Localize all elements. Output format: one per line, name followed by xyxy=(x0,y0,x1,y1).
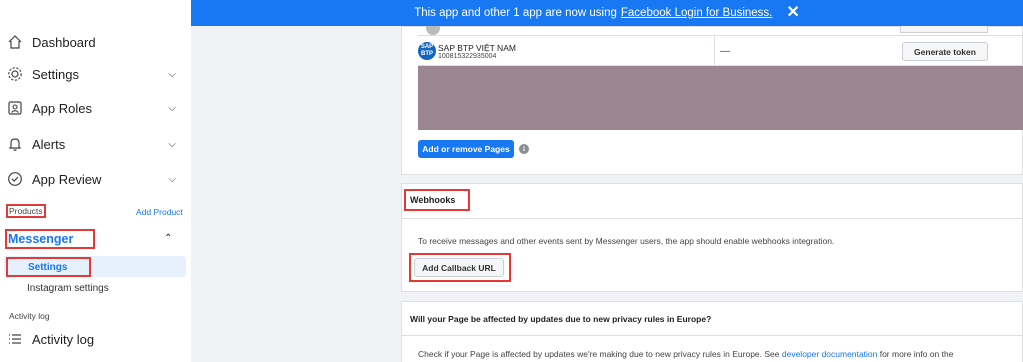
info-icon[interactable]: i xyxy=(519,144,529,154)
privacy-card: Will your Page be affected by updates du… xyxy=(401,301,1023,362)
access-tokens-card: SAP BTP SAP BTP VIỆT NAM 100815322935004… xyxy=(401,21,1023,175)
privacy-text: Check if your Page is affected by update… xyxy=(418,349,953,359)
sidebar-item-label: Settings xyxy=(32,66,79,82)
sidebar-item-app-roles[interactable]: App Roles ⌵ xyxy=(6,94,182,122)
webhooks-description: To receive messages and other events sen… xyxy=(418,236,835,246)
sidebar-item-instagram-settings[interactable]: Instagram settings xyxy=(27,283,109,294)
sidebar-item-label: App Roles xyxy=(32,100,92,116)
sidebar-item-app-review[interactable]: App Review ⌵ xyxy=(6,165,182,193)
close-icon[interactable]: ✕ xyxy=(786,5,799,21)
sidebar-item-label: Dashboard xyxy=(32,34,96,50)
sidebar: Dashboard Settings ⌵ App Roles ⌵ Alerts … xyxy=(0,0,191,362)
sidebar-item-settings[interactable]: Settings ⌵ xyxy=(6,60,182,88)
banner-link[interactable]: Facebook Login for Business. xyxy=(621,7,773,19)
list-icon xyxy=(6,330,24,348)
shield-check-icon xyxy=(6,170,24,188)
table-row: SAP BTP SAP BTP VIỆT NAM 100815322935004… xyxy=(418,36,1023,66)
add-callback-url-button[interactable]: Add Callback URL xyxy=(414,258,504,277)
privacy-text-after: for more info on the xyxy=(879,349,954,359)
bell-icon xyxy=(6,135,24,153)
sidebar-item-messenger-settings[interactable]: Settings xyxy=(6,257,91,277)
column-divider xyxy=(714,36,715,66)
chevron-down-icon[interactable]: ⌵ xyxy=(168,139,176,150)
chevron-down-icon[interactable]: ⌵ xyxy=(168,103,176,114)
sidebar-item-activity-log[interactable]: Activity log xyxy=(6,325,182,353)
page-id: 100815322935004 xyxy=(438,53,497,60)
webhooks-title-box: Webhooks xyxy=(404,189,470,211)
sidebar-item-label: Activity log xyxy=(32,331,95,347)
chevron-up-icon[interactable]: ⌃ xyxy=(164,233,172,244)
webhooks-card: Webhooks To receive messages and other e… xyxy=(401,183,1023,292)
sidebar-item-messenger[interactable]: Messenger xyxy=(5,229,95,249)
privacy-title: Will your Page be affected by updates du… xyxy=(410,314,712,324)
chevron-down-icon[interactable]: ⌵ xyxy=(168,69,176,80)
products-section-label: Products xyxy=(6,204,46,218)
gear-icon xyxy=(6,65,24,83)
token-value: — xyxy=(720,46,730,57)
sidebar-item-dashboard[interactable]: Dashboard xyxy=(6,28,182,56)
privacy-text-before: Check if your Page is affected by update… xyxy=(418,349,780,359)
notification-banner: This app and other 1 app are now using F… xyxy=(191,0,1023,26)
sidebar-item-label: Settings xyxy=(28,261,68,273)
chevron-down-icon[interactable]: ⌵ xyxy=(168,174,176,185)
add-product-link[interactable]: Add Product xyxy=(136,207,183,217)
table-row-hidden xyxy=(418,21,1023,36)
activity-log-section-label: Activity log xyxy=(9,311,50,321)
sidebar-item-label: App Review xyxy=(32,171,102,187)
redacted-area xyxy=(418,66,1023,130)
webhooks-title: Webhooks xyxy=(410,195,456,205)
card-header xyxy=(402,184,1023,219)
page-name: SAP BTP VIỆT NAM xyxy=(438,43,516,53)
sidebar-item-label: Alerts xyxy=(32,136,66,152)
generate-token-button[interactable]: Generate token xyxy=(902,42,988,61)
sidebar-item-label: Messenger xyxy=(8,232,74,246)
add-remove-pages-button[interactable]: Add or remove Pages xyxy=(418,140,514,158)
page-avatar: SAP BTP xyxy=(418,42,436,60)
developer-documentation-link[interactable]: developer documentation xyxy=(782,349,877,359)
home-icon xyxy=(6,33,24,51)
id-card-icon xyxy=(6,99,24,117)
banner-text: This app and other 1 app are now using xyxy=(414,7,617,19)
sidebar-item-alerts[interactable]: Alerts ⌵ xyxy=(6,130,182,158)
